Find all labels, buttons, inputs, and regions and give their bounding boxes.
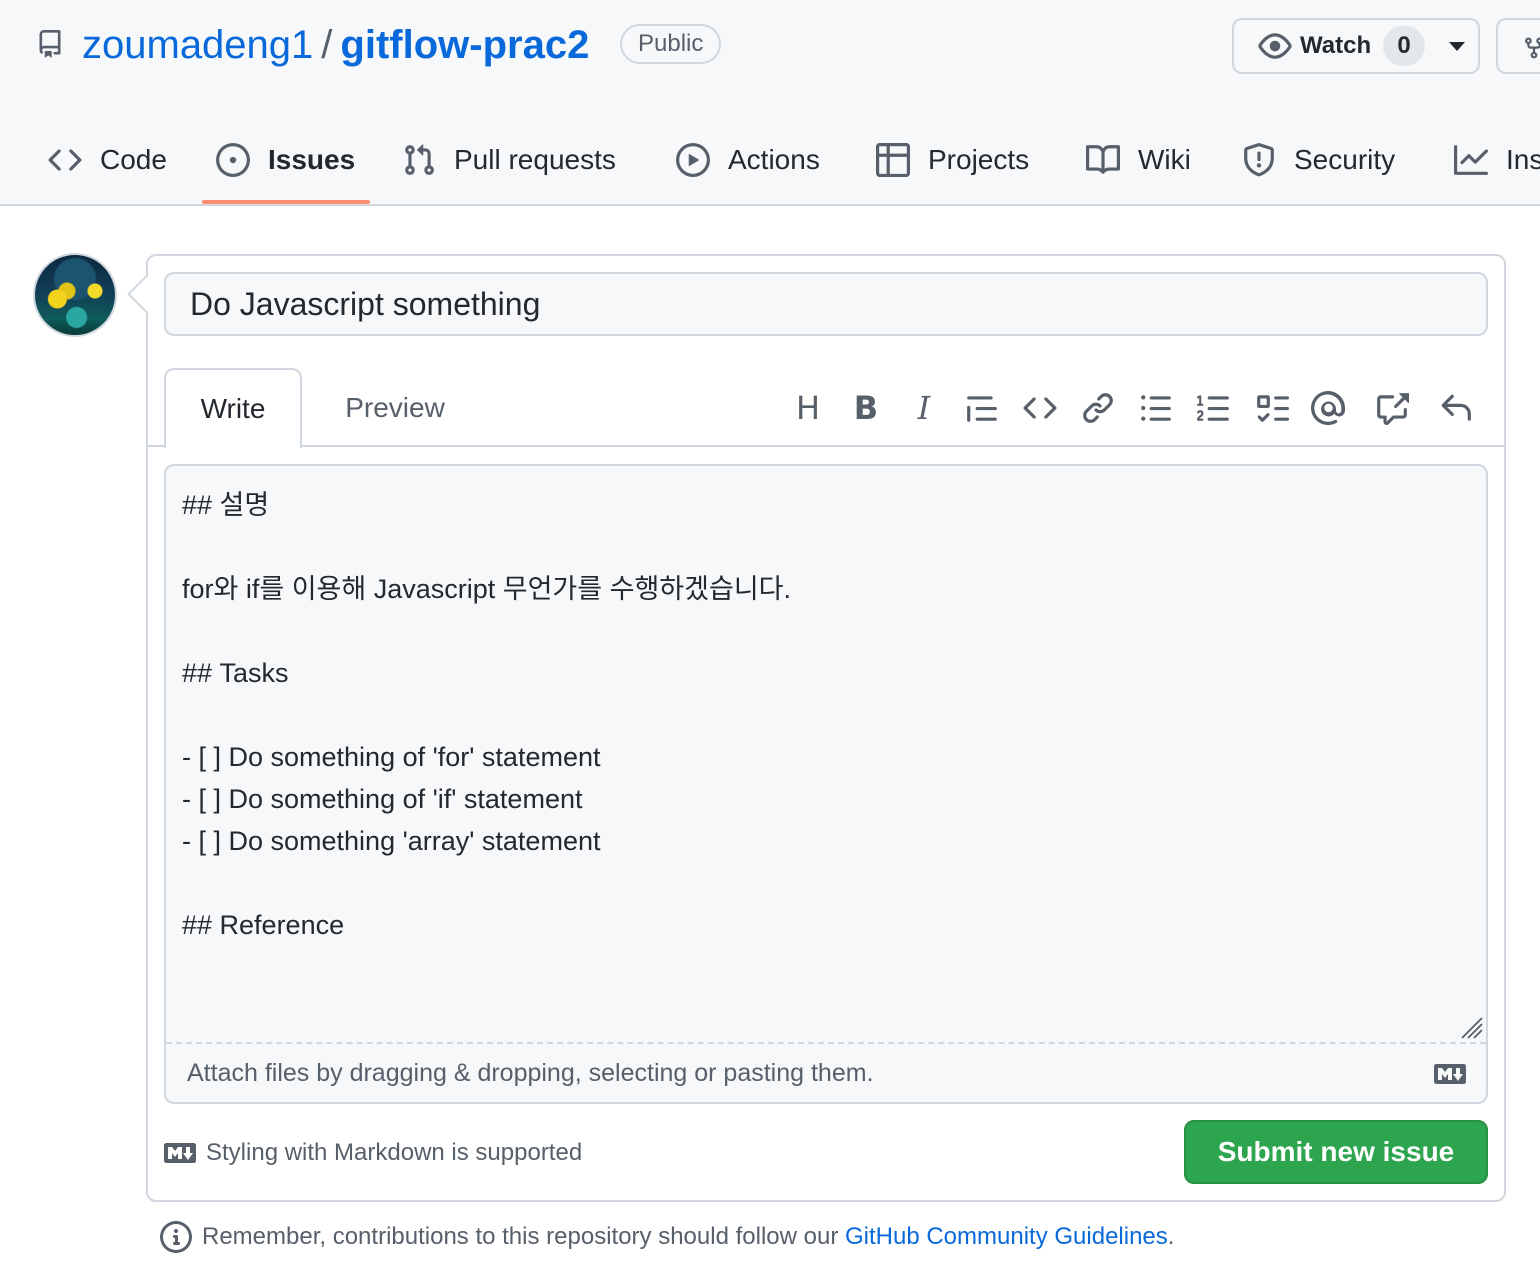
task-list-button[interactable] bbox=[1252, 388, 1292, 428]
tab-issues[interactable]: Issues bbox=[216, 120, 355, 200]
play-icon bbox=[676, 143, 710, 177]
shield-icon bbox=[1244, 143, 1274, 177]
table-icon bbox=[876, 143, 910, 177]
preview-tab[interactable]: Preview bbox=[302, 368, 488, 448]
git-pull-request-icon bbox=[405, 144, 434, 175]
markdown-note-text: Styling with Markdown is supported bbox=[206, 1139, 583, 1166]
selected-tab-indicator bbox=[202, 200, 370, 204]
watch-count: 0 bbox=[1383, 26, 1426, 66]
tab-label: Projects bbox=[928, 144, 1030, 175]
tab-label: Code bbox=[100, 144, 167, 175]
visibility-badge: Public bbox=[620, 24, 722, 64]
reply-button[interactable] bbox=[1436, 388, 1476, 428]
tab-label: Ins bbox=[1506, 144, 1540, 175]
repo-forked-icon bbox=[1525, 37, 1540, 59]
markdown-icon bbox=[164, 1143, 196, 1163]
code-icon bbox=[1023, 397, 1057, 419]
guidelines-prefix: Remember, contributions to this reposito… bbox=[202, 1223, 839, 1250]
link-icon bbox=[1083, 393, 1113, 423]
watch-label: Watch bbox=[1300, 32, 1372, 59]
markdown-icon bbox=[1434, 1064, 1466, 1084]
tab-label: Security bbox=[1294, 144, 1396, 175]
list-unordered-icon bbox=[1141, 395, 1171, 421]
tab-actions[interactable]: Actions bbox=[676, 120, 820, 200]
cross-reference-button[interactable] bbox=[1372, 388, 1412, 428]
fork-button[interactable] bbox=[1496, 18, 1540, 74]
info-icon bbox=[160, 1221, 192, 1253]
cross-reference-icon bbox=[1377, 393, 1409, 425]
numbered-list-button[interactable] bbox=[1194, 388, 1234, 428]
reply-icon bbox=[1441, 394, 1471, 421]
code-button[interactable] bbox=[1020, 388, 1060, 428]
tab-pull-requests[interactable]: Pull requests bbox=[402, 120, 616, 200]
tab-insights[interactable]: Ins bbox=[1454, 120, 1540, 200]
tab-code[interactable]: Code bbox=[48, 120, 167, 200]
file-attachment-bar[interactable]: Attach files by dragging & dropping, sel… bbox=[166, 1042, 1486, 1102]
tab-label: Wiki bbox=[1138, 144, 1191, 175]
issue-title-input[interactable] bbox=[164, 272, 1488, 336]
repo-owner-link[interactable]: zoumadeng1 bbox=[82, 23, 313, 68]
quote-icon bbox=[967, 396, 997, 422]
graph-icon bbox=[1454, 145, 1488, 175]
tab-label: Actions bbox=[728, 144, 820, 175]
tab-security[interactable]: Security bbox=[1242, 120, 1395, 200]
repo-tabs: Code Issues Pull requests Actions Projec… bbox=[0, 120, 1540, 206]
issue-body-textarea[interactable]: ## 설명 for와 if를 이용해 Javascript 무언가를 수행하겠습… bbox=[166, 466, 1486, 1042]
repo-separator: / bbox=[321, 22, 333, 67]
mention-icon bbox=[1311, 391, 1345, 425]
guidelines-suffix: . bbox=[1167, 1223, 1175, 1250]
submit-new-issue-button[interactable]: Submit new issue bbox=[1184, 1120, 1488, 1184]
repo-icon bbox=[36, 28, 64, 60]
repo-header: zoumadeng1 / gitflow-prac2 Public Watch … bbox=[0, 0, 1540, 206]
write-tab[interactable]: Write bbox=[164, 368, 302, 448]
repo-name-link[interactable]: gitflow-prac2 bbox=[340, 23, 589, 68]
markdown-note[interactable]: Styling with Markdown is supported bbox=[164, 1137, 582, 1169]
repo-title: zoumadeng1 / gitflow-prac2 bbox=[82, 20, 589, 70]
comment-editor: ## 설명 for와 if를 이용해 Javascript 무언가를 수행하겠습… bbox=[164, 464, 1488, 1104]
tab-label: Pull requests bbox=[454, 144, 616, 175]
list-ordered-icon bbox=[1197, 395, 1229, 421]
contribution-guidelines-note: Remember, contributions to this reposito… bbox=[160, 1220, 1174, 1254]
community-guidelines-link[interactable]: GitHub Community Guidelines bbox=[845, 1223, 1168, 1251]
link-button[interactable] bbox=[1078, 388, 1118, 428]
tab-label: Issues bbox=[268, 144, 356, 175]
mention-button[interactable] bbox=[1308, 388, 1348, 428]
avatar[interactable] bbox=[33, 253, 117, 337]
book-icon bbox=[1086, 145, 1120, 174]
issue-opened-icon bbox=[216, 143, 250, 177]
watch-button[interactable]: Watch 0 bbox=[1232, 18, 1480, 74]
heading-button[interactable]: H bbox=[788, 388, 828, 428]
tab-wiki[interactable]: Wiki bbox=[1086, 120, 1191, 200]
eye-icon bbox=[1258, 33, 1292, 59]
tab-projects[interactable]: Projects bbox=[876, 120, 1029, 200]
tasklist-icon bbox=[1257, 395, 1289, 422]
code-icon bbox=[48, 149, 82, 171]
bold-button[interactable]: B bbox=[846, 388, 886, 428]
resize-grip-icon[interactable] bbox=[1458, 1014, 1484, 1040]
chevron-down-icon bbox=[1449, 41, 1466, 51]
attach-hint: Attach files by dragging & dropping, sel… bbox=[187, 1058, 874, 1087]
quote-button[interactable] bbox=[962, 388, 1002, 428]
bulleted-list-button[interactable] bbox=[1136, 388, 1176, 428]
italic-button[interactable]: I bbox=[904, 388, 944, 428]
